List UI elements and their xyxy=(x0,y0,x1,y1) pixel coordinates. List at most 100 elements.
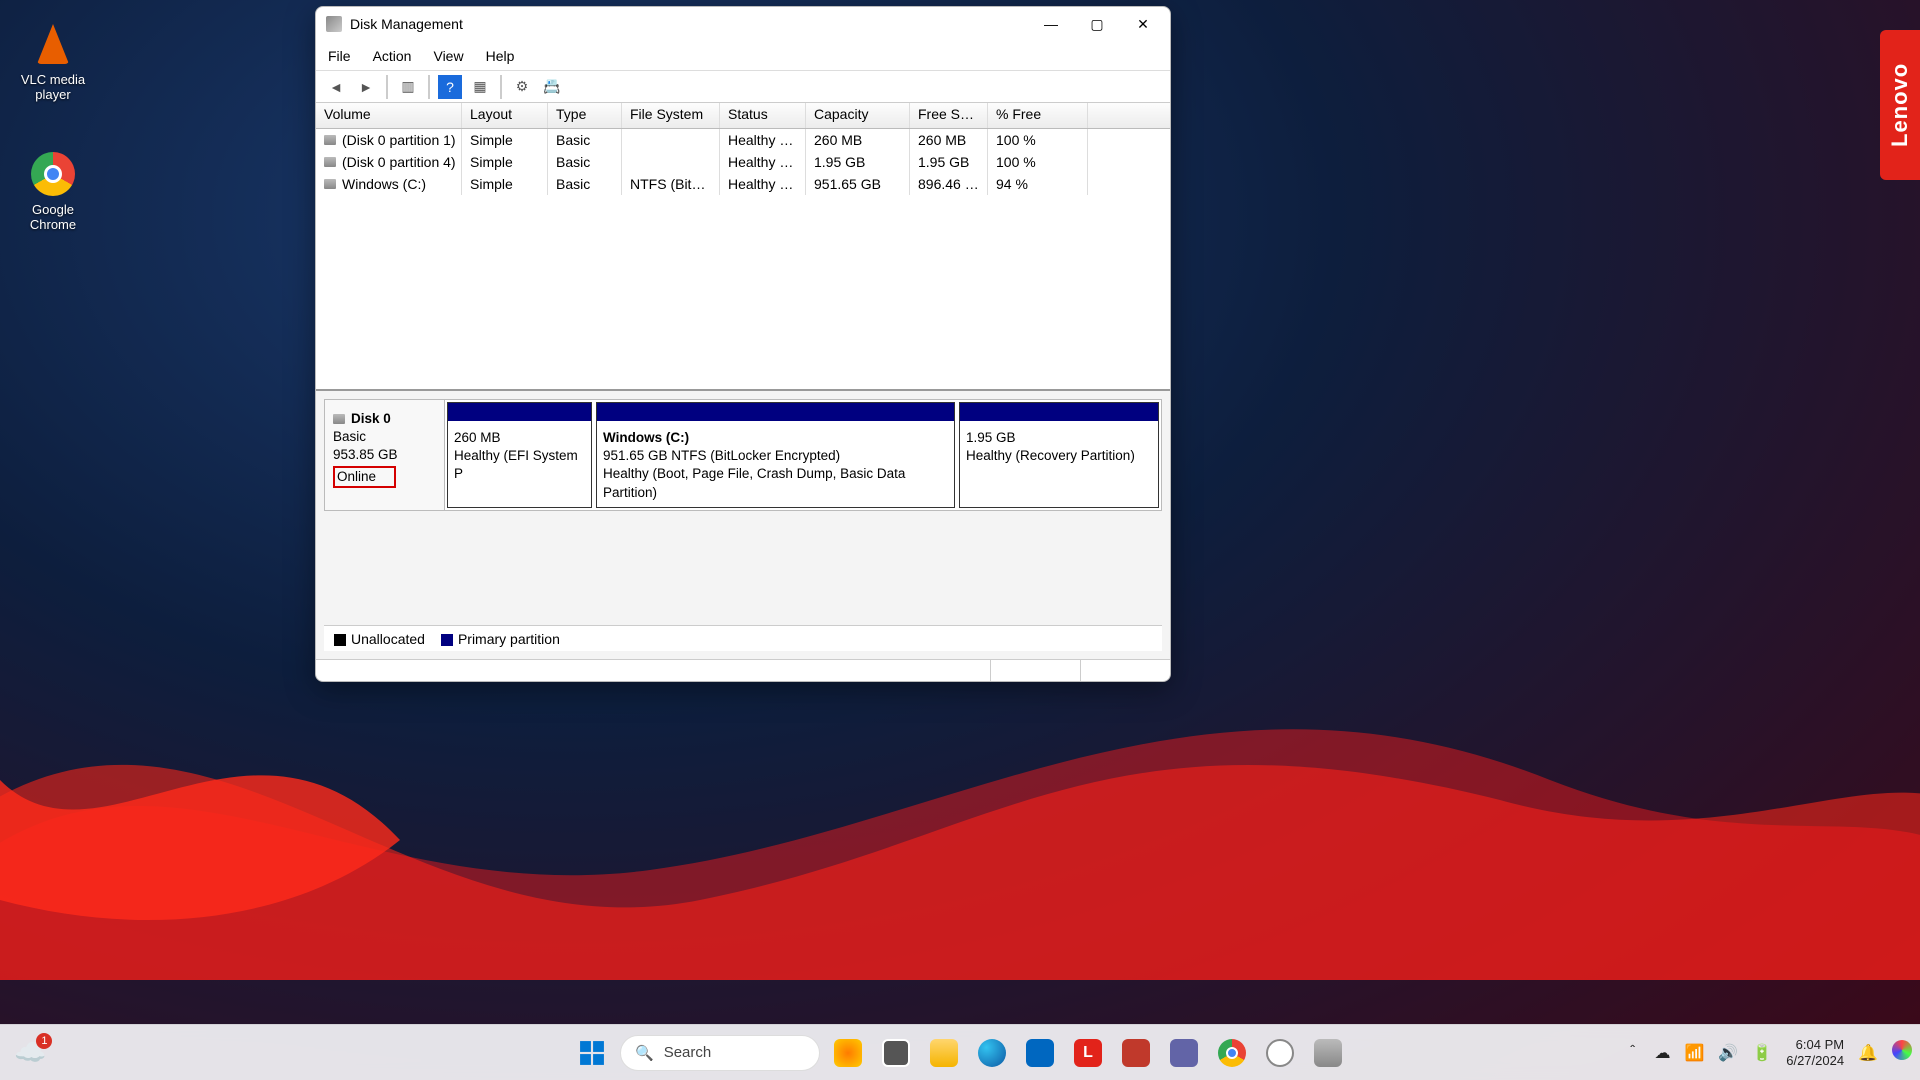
back-button[interactable]: ◄ xyxy=(324,75,348,99)
partition-title: Windows (C:) xyxy=(603,429,948,447)
taskbar: ☁️1 🔍 Search L ＾ ☁ 📶 🔊 xyxy=(0,1024,1920,1080)
cell-capacity: 951.65 GB xyxy=(806,173,910,195)
settings-button[interactable]: ⚙ xyxy=(510,75,534,99)
refresh-button[interactable]: ▦ xyxy=(468,75,492,99)
col-freespace[interactable]: Free Sp... xyxy=(910,103,988,128)
cell-status: Healthy (R... xyxy=(720,151,806,173)
disk-name: Disk 0 xyxy=(351,410,391,428)
cell-layout: Simple xyxy=(462,173,548,195)
partition-map: 260 MB Healthy (EFI System P Windows (C:… xyxy=(445,400,1161,510)
volume-list: Volume Layout Type File System Status Ca… xyxy=(316,103,1170,391)
partition[interactable]: Windows (C:) 951.65 GB NTFS (BitLocker E… xyxy=(596,402,955,508)
weather-badge: 1 xyxy=(36,1033,52,1049)
disk-icon xyxy=(333,414,345,424)
lenovo-brand-tag: Lenovo xyxy=(1880,30,1920,180)
properties-button[interactable]: 📇 xyxy=(540,75,564,99)
col-capacity[interactable]: Capacity xyxy=(806,103,910,128)
legend-primary: Primary partition xyxy=(458,631,560,647)
search-placeholder: Search xyxy=(664,1044,712,1061)
taskbar-search[interactable]: 🔍 Search xyxy=(620,1035,820,1071)
taskbar-diskmgmt[interactable] xyxy=(1308,1033,1348,1073)
disk-label[interactable]: Disk 0 Basic 953.85 GB Online xyxy=(325,400,445,510)
tray-volume-icon[interactable]: 🔊 xyxy=(1718,1043,1738,1063)
tray-overflow[interactable]: ＾ xyxy=(1624,1041,1640,1065)
cell-capacity: 260 MB xyxy=(806,129,910,151)
volume-icon xyxy=(324,157,336,167)
maximize-button[interactable]: ▢ xyxy=(1074,9,1120,39)
cell-type: Basic xyxy=(548,151,622,173)
partition[interactable]: 260 MB Healthy (EFI System P xyxy=(447,402,592,508)
taskbar-chrome[interactable] xyxy=(1212,1033,1252,1073)
cell-type: Basic xyxy=(548,129,622,151)
partition-size: 951.65 GB NTFS (BitLocker Encrypted) xyxy=(603,447,948,465)
taskbar-explorer[interactable] xyxy=(924,1033,964,1073)
disk-mgmt-icon xyxy=(326,16,342,32)
legend-swatch-unallocated xyxy=(334,634,346,646)
help-button[interactable]: ? xyxy=(438,75,462,99)
titlebar[interactable]: Disk Management — ▢ ✕ xyxy=(316,7,1170,41)
taskbar-clock-app[interactable] xyxy=(1260,1033,1300,1073)
cell-pct: 94 % xyxy=(988,173,1088,195)
clock-time: 6:04 PM xyxy=(1786,1037,1844,1053)
cell-status: Healthy (E... xyxy=(720,129,806,151)
taskbar-teams[interactable] xyxy=(1164,1033,1204,1073)
disk-state-highlight: Online xyxy=(333,466,396,488)
volume-row[interactable]: Windows (C:) Simple Basic NTFS (BitLo...… xyxy=(316,173,1170,195)
tray-wifi-icon[interactable]: 📶 xyxy=(1684,1043,1704,1063)
partition-header-bar xyxy=(960,403,1158,421)
clock-date: 6/27/2024 xyxy=(1786,1053,1844,1069)
cell-status: Healthy (B... xyxy=(720,173,806,195)
desktop-icon-vlc[interactable]: VLC media player xyxy=(8,20,98,102)
menu-action[interactable]: Action xyxy=(373,48,412,64)
menu-help[interactable]: Help xyxy=(486,48,515,64)
statusbar xyxy=(316,659,1170,681)
taskbar-taskview[interactable] xyxy=(876,1033,916,1073)
desktop-icon-chrome[interactable]: Google Chrome xyxy=(8,150,98,232)
system-tray: ＾ ☁ 📶 🔊 🔋 6:04 PM 6/27/2024 🔔 xyxy=(1624,1037,1912,1068)
taskbar-clock[interactable]: 6:04 PM 6/27/2024 xyxy=(1786,1037,1844,1068)
cell-free: 260 MB xyxy=(910,129,988,151)
cell-pct: 100 % xyxy=(988,151,1088,173)
toolbar-separator xyxy=(428,75,430,99)
minimize-button[interactable]: — xyxy=(1028,9,1074,39)
taskbar-app-red[interactable] xyxy=(1116,1033,1156,1073)
col-filesystem[interactable]: File System xyxy=(622,103,720,128)
col-type[interactable]: Type xyxy=(548,103,622,128)
col-pctfree[interactable]: % Free xyxy=(988,103,1088,128)
desktop-icon-label: VLC media player xyxy=(8,72,98,102)
chrome-icon xyxy=(29,150,77,198)
cell-free: 896.46 GB xyxy=(910,173,988,195)
taskbar-copilot[interactable] xyxy=(828,1033,868,1073)
forward-button[interactable]: ► xyxy=(354,75,378,99)
menu-file[interactable]: File xyxy=(328,48,351,64)
menu-view[interactable]: View xyxy=(433,48,463,64)
disk-management-window: Disk Management — ▢ ✕ File Action View H… xyxy=(315,6,1171,682)
show-hide-tree-button[interactable]: ▥ xyxy=(396,75,420,99)
tray-battery-icon[interactable]: 🔋 xyxy=(1752,1043,1772,1063)
col-volume[interactable]: Volume xyxy=(316,103,462,128)
disk-row: Disk 0 Basic 953.85 GB Online 260 MB Hea… xyxy=(324,399,1162,511)
col-status[interactable]: Status xyxy=(720,103,806,128)
desktop-icon-label: Google Chrome xyxy=(8,202,98,232)
cell-fs xyxy=(622,129,720,151)
weather-widget[interactable]: ☁️1 xyxy=(14,1037,46,1068)
partition[interactable]: 1.95 GB Healthy (Recovery Partition) xyxy=(959,402,1159,508)
volume-row[interactable]: (Disk 0 partition 1) Simple Basic Health… xyxy=(316,129,1170,151)
start-button[interactable] xyxy=(572,1033,612,1073)
tray-onedrive-icon[interactable]: ☁ xyxy=(1654,1043,1670,1063)
col-layout[interactable]: Layout xyxy=(462,103,548,128)
toolbar-separator xyxy=(500,75,502,99)
close-button[interactable]: ✕ xyxy=(1120,9,1166,39)
taskbar-store[interactable] xyxy=(1020,1033,1060,1073)
cell-volume: (Disk 0 partition 1) xyxy=(342,132,456,148)
tray-pre-icon[interactable] xyxy=(1892,1040,1912,1065)
taskbar-lenovo-vantage[interactable]: L xyxy=(1068,1033,1108,1073)
menubar: File Action View Help xyxy=(316,41,1170,71)
taskbar-edge[interactable] xyxy=(972,1033,1012,1073)
disk-state: Online xyxy=(337,469,376,484)
volume-row[interactable]: (Disk 0 partition 4) Simple Basic Health… xyxy=(316,151,1170,173)
partition-size: 1.95 GB xyxy=(966,429,1152,447)
search-icon: 🔍 xyxy=(635,1044,654,1062)
tray-notifications-icon[interactable]: 🔔 xyxy=(1858,1043,1878,1063)
cell-pct: 100 % xyxy=(988,129,1088,151)
